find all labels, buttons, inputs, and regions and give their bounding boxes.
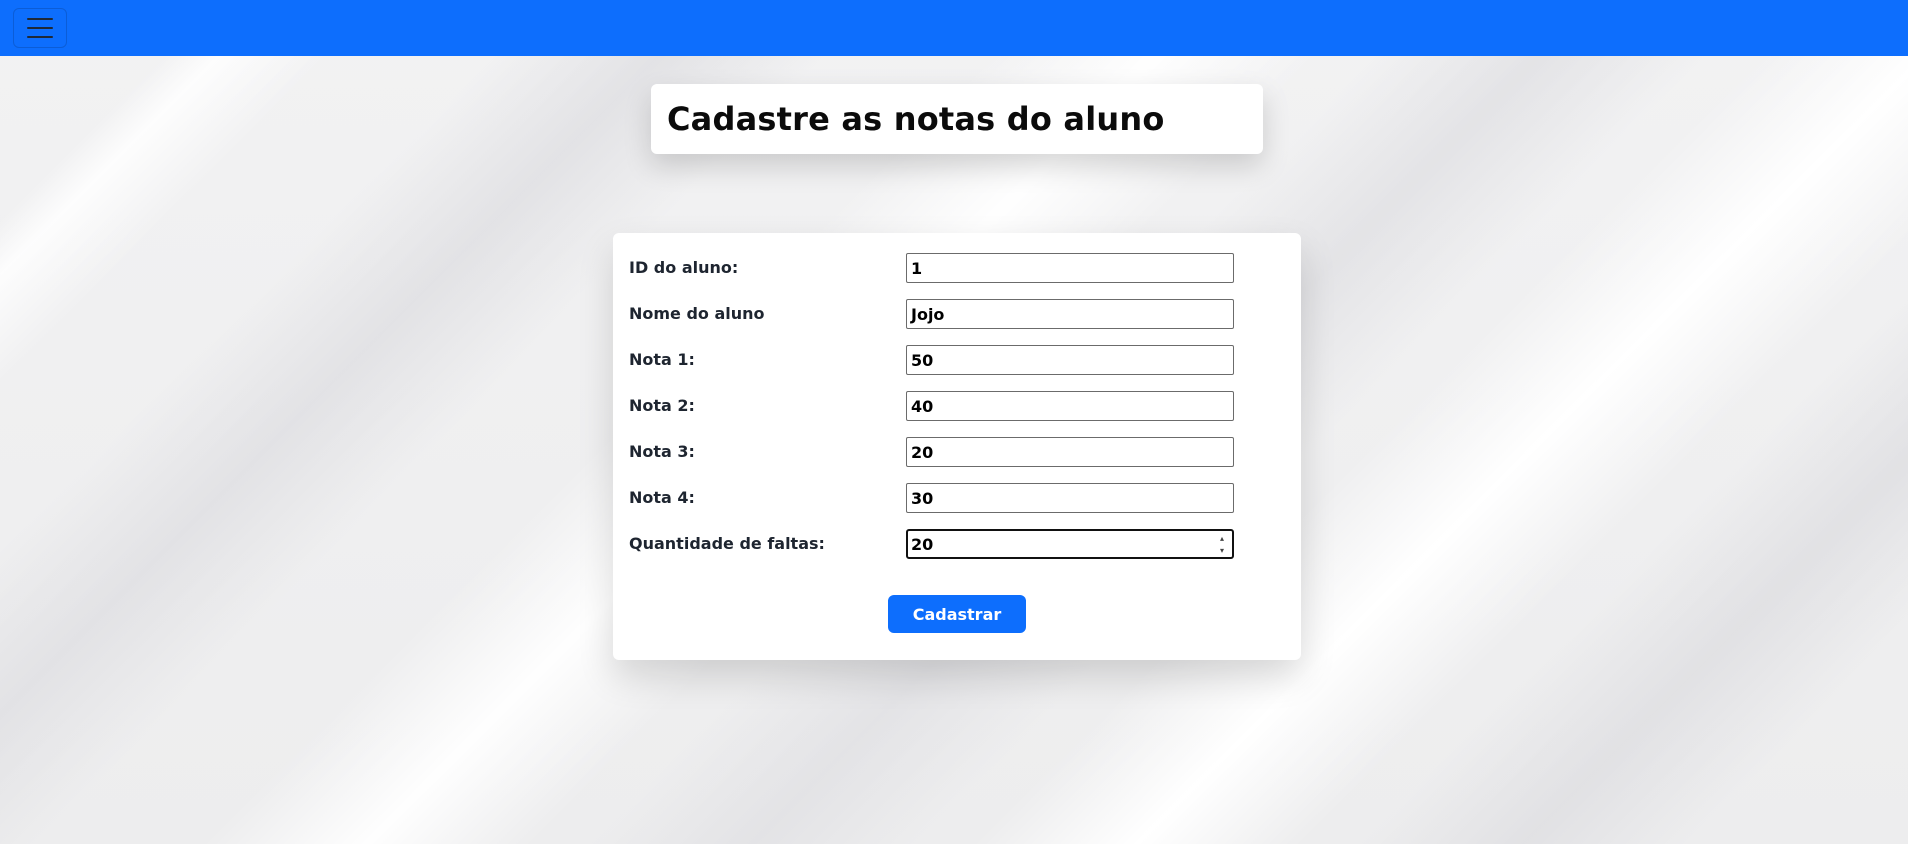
form-row-grade-4: Nota 4: 30 [629,483,1269,513]
spinner-down-icon[interactable]: ▾ [1220,546,1224,556]
page-title-card: Cadastre as notas do aluno [651,84,1263,154]
hamburger-menu-icon [27,27,53,29]
grades-form: ID do aluno: 1 Nome do aluno Jojo Nota 1… [613,233,1301,660]
student-name-input[interactable]: Jojo [906,299,1234,329]
number-spinner[interactable]: ▴ ▾ [1218,534,1226,556]
absences-value: 20 [911,534,934,554]
form-row-student-name: Nome do aluno Jojo [629,299,1269,329]
page-title: Cadastre as notas do aluno [667,100,1165,138]
spinner-up-icon[interactable]: ▴ [1220,534,1224,544]
grade-2-input[interactable]: 40 [906,391,1234,421]
menu-toggle-button[interactable] [13,8,67,48]
grade-3-input[interactable]: 20 [906,437,1234,467]
grade-4-input[interactable]: 30 [906,483,1234,513]
form-row-grade-2: Nota 2: 40 [629,391,1269,421]
top-navbar [0,0,1908,56]
student-name-label: Nome do aluno [629,304,765,323]
grade-3-label: Nota 3: [629,442,695,461]
form-row-grade-1: Nota 1: 50 [629,345,1269,375]
grade-4-label: Nota 4: [629,488,695,507]
absences-label: Quantidade de faltas: [629,534,825,553]
form-row-student-id: ID do aluno: 1 [629,253,1269,283]
hamburger-menu-icon [27,18,53,20]
form-row-grade-3: Nota 3: 20 [629,437,1269,467]
submit-button[interactable]: Cadastrar [888,595,1026,633]
absences-number-input[interactable]: 20 ▴ ▾ [906,529,1234,559]
grade-1-label: Nota 1: [629,350,695,369]
student-id-input[interactable]: 1 [906,253,1234,283]
form-row-absences: Quantidade de faltas: 20 ▴ ▾ [629,529,1269,559]
grade-2-label: Nota 2: [629,396,695,415]
student-id-label: ID do aluno: [629,258,739,277]
hamburger-menu-icon [27,36,53,38]
grade-1-input[interactable]: 50 [906,345,1234,375]
